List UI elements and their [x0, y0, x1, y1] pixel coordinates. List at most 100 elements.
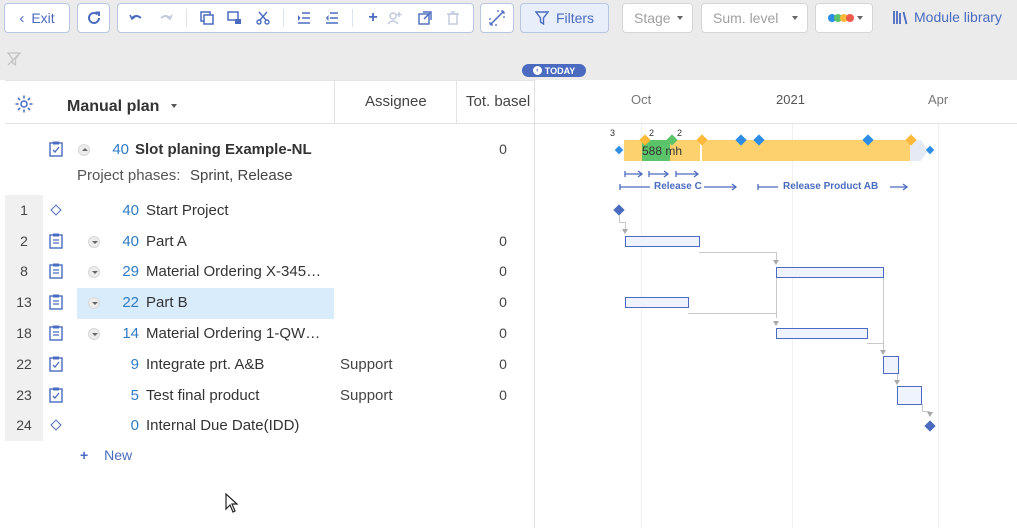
column-header-baseline[interactable]: Tot. basel: [466, 93, 530, 110]
summary-bar-label: 588 mh: [642, 144, 683, 158]
gantt-bar-material-ordering-x[interactable]: [776, 267, 884, 278]
task-assignee[interactable]: Support: [340, 356, 393, 373]
gantt-bar-material-ordering-1[interactable]: [776, 328, 868, 339]
release-label[interactable]: Release Product AB: [783, 181, 878, 192]
task-name: Internal Due Date(IDD): [146, 417, 300, 434]
task-name: Start Project: [146, 202, 229, 219]
task-id: 14: [122, 325, 139, 342]
project-phases-label: Project phases:: [77, 167, 181, 184]
task-name: Integrate prt. A&B: [146, 356, 265, 373]
gantt-bar-part-b[interactable]: [625, 297, 689, 308]
gantt-bar-part-a[interactable]: [625, 236, 700, 247]
module-library-link[interactable]: Module library: [893, 9, 1002, 25]
task-assignee[interactable]: Support: [340, 387, 393, 404]
refresh-icon: [87, 11, 100, 24]
column-header-name[interactable]: Manual plan: [67, 98, 159, 116]
outdent-icon[interactable]: [321, 4, 343, 32]
add-new-row-button[interactable]: + New: [80, 447, 132, 463]
timeline-label-apr: Apr: [928, 92, 949, 107]
color-dots-icon: [828, 14, 854, 22]
timeline-label-oct: Oct: [631, 92, 652, 107]
column-header-assignee[interactable]: Assignee: [365, 93, 427, 110]
task-baseline: 0: [499, 233, 507, 249]
move-icon[interactable]: [414, 4, 436, 32]
mouse-cursor-icon: [225, 493, 239, 513]
add-user-icon[interactable]: [384, 4, 406, 32]
task-name: Material Ordering X-345…: [146, 263, 322, 280]
link-off-icon: [489, 10, 505, 26]
refresh-button[interactable]: [77, 3, 110, 33]
sum-level-placeholder: Sum. level: [713, 10, 779, 26]
redo-icon[interactable]: [155, 4, 177, 32]
clipboard-check-icon: [49, 387, 63, 403]
clipboard-icon: [49, 294, 63, 310]
add-icon[interactable]: +: [362, 4, 384, 32]
today-label: TODAY: [544, 65, 576, 76]
library-icon: [893, 10, 908, 24]
duplicate-icon[interactable]: [224, 4, 246, 32]
sort-caret-icon[interactable]: [171, 104, 177, 108]
stage-placeholder: Stage: [634, 10, 671, 26]
project-summary-bar[interactable]: 588 mh: [620, 140, 935, 161]
exit-button[interactable]: ‹ Exit: [4, 3, 70, 33]
hide-links-button[interactable]: [480, 3, 514, 33]
gantt-bar-integrate[interactable]: [883, 356, 899, 374]
clipboard-icon: [49, 141, 63, 157]
task-id: 22: [122, 294, 139, 311]
delete-icon[interactable]: [442, 4, 464, 32]
sum-level-dropdown[interactable]: Sum. level: [701, 3, 808, 33]
task-name: Part A: [146, 233, 187, 250]
task-id: 0: [130, 417, 139, 434]
task-id: 5: [130, 387, 139, 404]
new-label: New: [104, 447, 133, 463]
project-id: 40: [112, 141, 129, 158]
toolbar: ‹ Exit + Filters Stage Sum. level Module…: [0, 0, 1017, 80]
release-label[interactable]: Release C: [654, 181, 702, 192]
project-baseline: 0: [499, 141, 507, 157]
row-number: 8: [20, 263, 28, 279]
indent-icon[interactable]: [293, 4, 315, 32]
task-id: 29: [122, 263, 139, 280]
task-id: 9: [130, 356, 139, 373]
edit-tools-group: +: [117, 3, 474, 33]
grid-header: Manual plan Assignee Tot. basel: [5, 80, 534, 124]
milestone-icon: [50, 204, 62, 216]
filters-label: Filters: [555, 10, 595, 26]
milestone-count: 2: [677, 128, 683, 138]
project-phases-value: Sprint, Release: [190, 167, 293, 184]
chevron-down-icon: [857, 16, 863, 20]
row-number: 24: [16, 417, 32, 433]
stage-dropdown[interactable]: Stage: [622, 3, 693, 33]
today-arrow-icon: ‹: [532, 66, 542, 75]
plus-icon: +: [80, 447, 89, 463]
milestone-count: 2: [649, 128, 655, 138]
chevron-down-icon: [792, 16, 798, 20]
color-palette-dropdown[interactable]: [815, 3, 873, 33]
task-baseline: 0: [499, 294, 507, 310]
task-baseline: 0: [499, 387, 507, 403]
clear-filter-icon[interactable]: [7, 52, 21, 66]
row-number-column: [5, 195, 43, 441]
filter-icon: [534, 11, 549, 25]
task-id: 40: [122, 233, 139, 250]
row-number: 18: [16, 325, 32, 341]
milestone-count: 3: [610, 128, 616, 138]
row-number: 13: [16, 294, 32, 310]
chevron-left-icon: ‹: [19, 9, 25, 27]
task-baseline: 0: [499, 263, 507, 279]
timeline-header: Oct 2021 Apr: [535, 80, 1017, 124]
filters-button[interactable]: Filters: [520, 3, 609, 33]
today-badge[interactable]: ‹ TODAY: [522, 64, 586, 77]
project-name: Slot planing Example-NL: [135, 141, 312, 158]
row-number: 23: [16, 387, 32, 403]
milestone-icon: [50, 419, 62, 431]
task-name: Part B: [146, 294, 188, 311]
cut-icon[interactable]: [252, 4, 274, 32]
task-name: Material Ordering 1-QW…: [146, 325, 321, 342]
copy-icon[interactable]: [196, 4, 218, 32]
row-number: 22: [16, 356, 32, 372]
settings-gear-icon[interactable]: [14, 94, 34, 114]
gantt-bar-test-final[interactable]: [897, 386, 922, 405]
undo-icon[interactable]: [125, 4, 147, 32]
row-number: 1: [20, 202, 28, 218]
